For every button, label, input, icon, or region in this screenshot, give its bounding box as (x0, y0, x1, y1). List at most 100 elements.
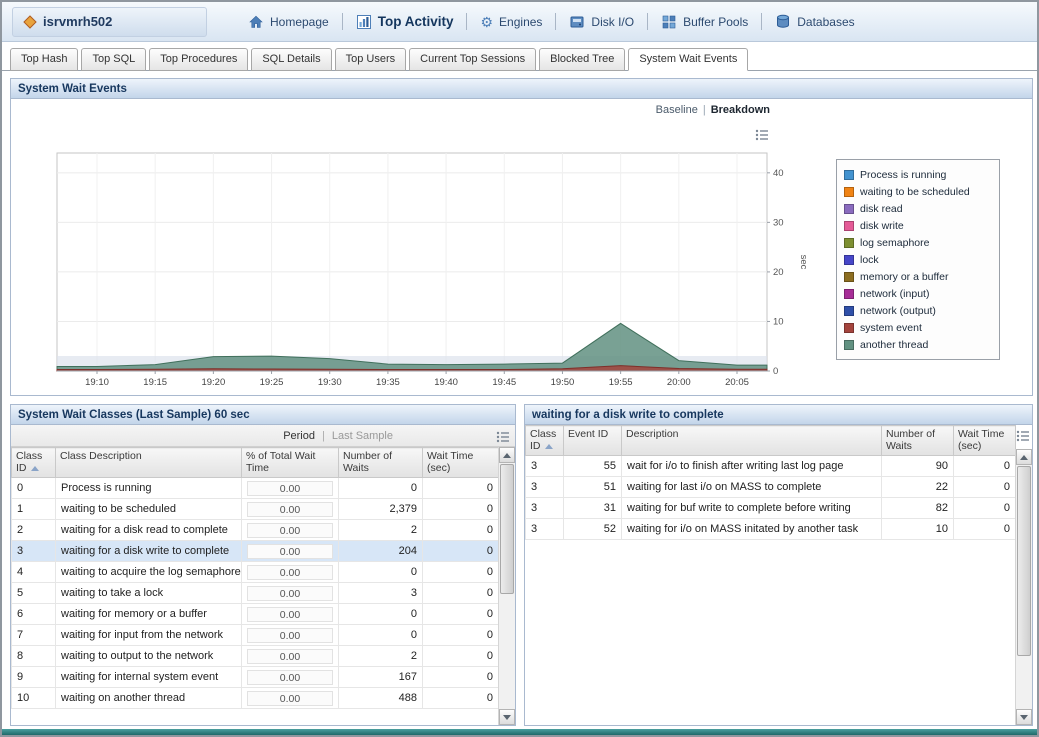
wait-class-row[interactable]: 6waiting for memory or a buffer0.0000 (12, 604, 499, 625)
nav-top-activity[interactable]: Top Activity (343, 14, 467, 30)
wait-event-row[interactable]: 331waiting for buf write to complete bef… (526, 498, 1016, 519)
nav-engines[interactable]: ⚙ Engines (467, 15, 555, 29)
nav-databases[interactable]: Databases (762, 14, 867, 30)
column-header-class-description[interactable]: Class Description (56, 448, 242, 478)
x-tick-label: 19:20 (201, 377, 225, 388)
number-of-waits-cell: 90 (882, 456, 954, 477)
vertical-scrollbar[interactable] (1015, 449, 1032, 725)
class-description-cell: waiting to output to the network (56, 646, 242, 667)
wait-events-table-wrap: Class ID Event ID Description Number of … (525, 425, 1032, 725)
nav-disk-io[interactable]: Disk I/O (556, 14, 647, 30)
column-header-description[interactable]: Description (622, 426, 882, 456)
legend-item[interactable]: lock (844, 251, 992, 268)
scrollbar-thumb[interactable] (500, 464, 514, 594)
scroll-down-button[interactable] (1016, 709, 1032, 725)
wait-class-row[interactable]: 3waiting for a disk write to complete0.0… (12, 541, 499, 562)
wait-class-row[interactable]: 9waiting for internal system event0.0016… (12, 667, 499, 688)
y-tick-label: 30 (773, 217, 784, 228)
legend-swatch-icon (844, 204, 854, 214)
wait-event-row[interactable]: 352waiting for i/o on MASS initated by a… (526, 519, 1016, 540)
wait-class-row[interactable]: 5waiting to take a lock0.0030 (12, 583, 499, 604)
scroll-up-button[interactable] (499, 447, 515, 463)
legend-swatch-icon (844, 238, 854, 248)
column-header-class-id[interactable]: Class ID (526, 426, 564, 456)
legend-item[interactable]: disk write (844, 217, 992, 234)
tab-top-hash[interactable]: Top Hash (10, 48, 78, 71)
tab-top-users[interactable]: Top Users (335, 48, 407, 71)
plot-area (57, 153, 767, 371)
wait-event-row[interactable]: 355wait for i/o to finish after writing … (526, 456, 1016, 477)
chart-options-icon[interactable] (755, 129, 769, 141)
tab-sql-details[interactable]: SQL Details (251, 48, 331, 71)
vertical-scrollbar[interactable] (498, 447, 515, 725)
tab-top-procedures[interactable]: Top Procedures (149, 48, 248, 71)
legend-label: waiting to be scheduled (860, 186, 970, 198)
wait-event-row[interactable]: 351waiting for last i/o on MASS to compl… (526, 477, 1016, 498)
period-separator: | (322, 430, 325, 442)
tab-system-wait-events[interactable]: System Wait Events (628, 48, 748, 71)
legend-items: Process is running waiting to be schedule… (844, 166, 992, 353)
grid-options-icon[interactable] (1016, 430, 1030, 442)
wait-time-cell: 0 (954, 498, 1016, 519)
column-header-wait-time[interactable]: Wait Time (sec) (423, 448, 499, 478)
legend-swatch-icon (844, 323, 854, 333)
number-of-waits-cell: 488 (339, 688, 423, 709)
class-id-cell: 8 (12, 646, 56, 667)
disk-icon (569, 14, 585, 30)
legend-item[interactable]: system event (844, 319, 992, 336)
nav-homepage[interactable]: Homepage (235, 14, 342, 30)
wait-class-row[interactable]: 0Process is running0.0000 (12, 478, 499, 499)
column-header-event-id[interactable]: Event ID (564, 426, 622, 456)
scrollbar-thumb[interactable] (1017, 466, 1031, 656)
legend-item[interactable]: memory or a buffer (844, 268, 992, 285)
server-selector[interactable]: isrvmrh502 (12, 7, 207, 37)
legend-item[interactable]: network (output) (844, 302, 992, 319)
pct-total-wait-time-cell: 0.00 (242, 478, 339, 499)
legend-item[interactable]: log semaphore (844, 234, 992, 251)
breakdown-link[interactable]: Breakdown (711, 104, 770, 116)
scroll-up-button[interactable] (1016, 449, 1032, 465)
legend-item[interactable]: waiting to be scheduled (844, 183, 992, 200)
legend-swatch-icon (844, 221, 854, 231)
grid-options-icon[interactable] (496, 431, 510, 443)
baseline-link[interactable]: Baseline (656, 104, 698, 116)
wait-time-cell: 0 (954, 456, 1016, 477)
class-description-cell: waiting for memory or a buffer (56, 604, 242, 625)
wait-class-row[interactable]: 2waiting for a disk read to complete0.00… (12, 520, 499, 541)
tab-top-sql[interactable]: Top SQL (81, 48, 146, 71)
period-select[interactable]: Last Sample (332, 430, 393, 442)
legend-item[interactable]: network (input) (844, 285, 992, 302)
legend-swatch-icon (844, 187, 854, 197)
system-wait-events-panel: System Wait Events Baseline | Breakdown 01… (10, 78, 1033, 396)
wait-class-row[interactable]: 7waiting for input from the network0.000… (12, 625, 499, 646)
tab-bar: Top Hash Top SQL Top Procedures SQL Deta… (2, 43, 1037, 71)
wait-class-row[interactable]: 10waiting on another thread0.004880 (12, 688, 499, 709)
tab-blocked-tree[interactable]: Blocked Tree (539, 48, 625, 71)
wait-events-chart: 01020304019:1019:1519:2019:2519:3019:351… (39, 143, 819, 397)
number-of-waits-cell: 0 (339, 478, 423, 499)
panel-title: System Wait Events (18, 83, 127, 95)
pct-total-wait-time-cell: 0.00 (242, 520, 339, 541)
column-header-class-id[interactable]: Class ID (12, 448, 56, 478)
column-header-number-of-waits[interactable]: Number of Waits (882, 426, 954, 456)
top-navigation-bar: isrvmrh502 Homepage Top Activity (2, 2, 1037, 42)
wait-class-row[interactable]: 8waiting to output to the network0.0020 (12, 646, 499, 667)
legend-item[interactable]: another thread (844, 336, 992, 353)
link-separator: | (703, 104, 706, 116)
legend-swatch-icon (844, 272, 854, 282)
nav-buffer-pools[interactable]: Buffer Pools (648, 14, 761, 30)
wait-class-row[interactable]: 1waiting to be scheduled0.002,3790 (12, 499, 499, 520)
number-of-waits-cell: 82 (882, 498, 954, 519)
column-header-pct-total-wait-time[interactable]: % of Total Wait Time (242, 448, 339, 478)
scroll-down-button[interactable] (499, 709, 515, 725)
wait-classes-table-wrap: Class ID Class Description % of Total Wa… (11, 447, 515, 725)
wait-class-row[interactable]: 4waiting to acquire the log semaphore0.0… (12, 562, 499, 583)
tab-current-top-sessions[interactable]: Current Top Sessions (409, 48, 536, 71)
column-header-wait-time[interactable]: Wait Time (sec) (954, 426, 1016, 456)
server-name: isrvmrh502 (43, 14, 112, 29)
x-tick-label: 19:10 (85, 377, 109, 388)
legend-item[interactable]: disk read (844, 200, 992, 217)
column-header-number-of-waits[interactable]: Number of Waits (339, 448, 423, 478)
arrow-down-icon (503, 715, 511, 720)
legend-item[interactable]: Process is running (844, 166, 992, 183)
